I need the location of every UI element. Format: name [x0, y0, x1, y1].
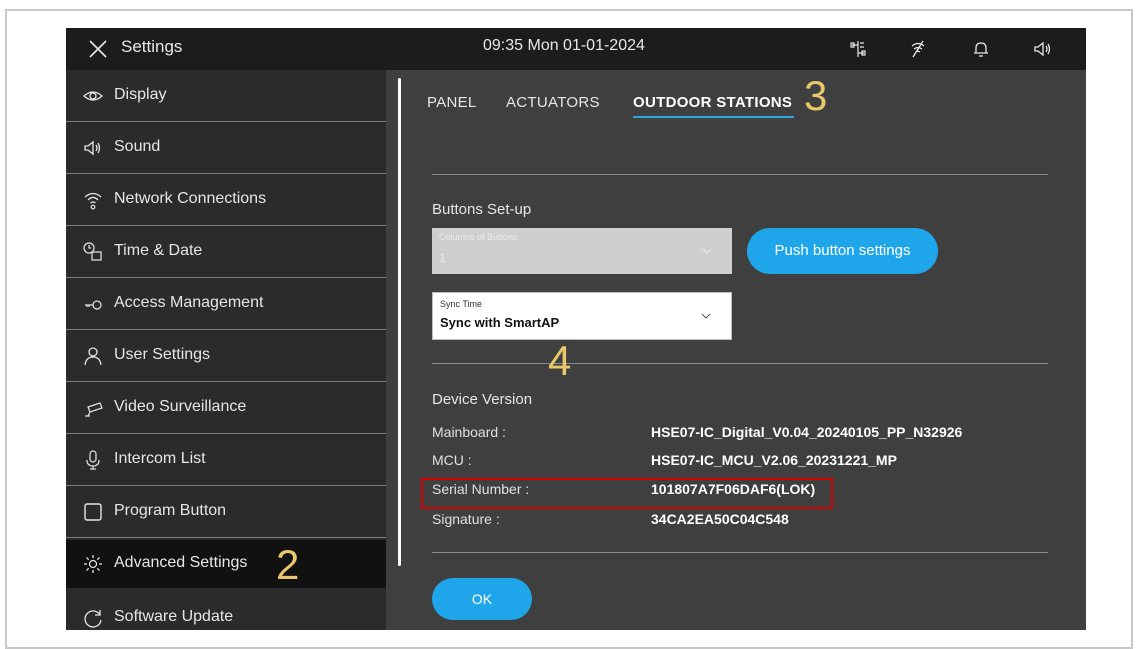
- no-signal-icon[interactable]: [908, 39, 928, 59]
- step-number-3: 3: [804, 72, 828, 119]
- divider: [432, 552, 1048, 553]
- sidebar-item-software-update[interactable]: Software Update: [66, 592, 386, 630]
- divider: [432, 174, 1048, 175]
- sidebar-item-network-connections[interactable]: Network Connections: [66, 174, 386, 226]
- sidebar-item-video-surveillance[interactable]: Video Surveillance: [66, 382, 386, 434]
- tab-panel[interactable]: PANEL: [427, 94, 477, 111]
- sidebar-item-label: Access Management: [114, 294, 264, 311]
- sidebar-item-label: Intercom List: [114, 450, 206, 467]
- step-number-4: 4: [548, 337, 572, 384]
- sidebar-item-label: Time & Date: [114, 242, 203, 259]
- square-icon: [84, 503, 102, 521]
- sidebar-item-intercom-list[interactable]: Intercom List: [66, 434, 386, 486]
- step-number-2: 2: [276, 541, 300, 588]
- refresh-icon: [84, 610, 102, 628]
- ok-button[interactable]: OK: [432, 578, 532, 620]
- sidebar-item-label: Video Surveillance: [114, 398, 247, 415]
- microphone-icon: [86, 450, 100, 470]
- device-version-title: Device Version: [432, 391, 533, 408]
- clock-display: 09:35 Mon 01-01-2024: [483, 37, 645, 54]
- sidebar-item-user-settings[interactable]: User Settings: [66, 330, 386, 382]
- tab-actuators[interactable]: ACTUATORS: [506, 94, 600, 111]
- sidebar-scrollbar[interactable]: [398, 78, 401, 566]
- buttons-setup-title: Buttons Set-up: [432, 201, 532, 218]
- push-button-settings-button[interactable]: Push button settings: [747, 228, 938, 274]
- network-topology-icon[interactable]: [848, 39, 868, 59]
- signature-value: 34CA2EA50C04C548: [651, 511, 789, 527]
- bell-icon[interactable]: [971, 39, 991, 59]
- settings-sidebar: Display Sound Network Connections Time &…: [66, 70, 386, 630]
- select-value: 1: [439, 250, 447, 265]
- mcu-label: MCU :: [432, 452, 472, 468]
- sync-time-select[interactable]: Sync Time Sync with SmartAP: [432, 292, 732, 340]
- signature-label: Signature :: [432, 511, 500, 527]
- camera-icon: [85, 402, 103, 417]
- sidebar-item-sound[interactable]: Sound: [66, 122, 386, 174]
- page-title: Settings: [121, 37, 183, 56]
- divider: [432, 363, 1048, 364]
- sidebar-item-label: User Settings: [114, 346, 211, 363]
- mcu-value: HSE07-IC_MCU_V2.06_20231221_MP: [651, 452, 897, 468]
- sidebar-item-label: Display: [114, 86, 167, 103]
- columns-of-buttons-select: Columns of Buttons 1: [432, 228, 732, 274]
- sidebar-item-display[interactable]: Display: [66, 70, 386, 122]
- chevron-down-icon: [702, 248, 712, 254]
- speaker-icon[interactable]: [1032, 39, 1052, 59]
- sidebar-item-label: Advanced Settings: [114, 554, 248, 571]
- sidebar-item-label: Program Button: [114, 502, 227, 519]
- mainboard-value: HSE07-IC_Digital_V0.04_20240105_PP_N3292…: [651, 424, 963, 440]
- sidebar-item-label: Sound: [114, 138, 161, 155]
- chevron-down-icon: [701, 313, 711, 319]
- select-label: Sync Time: [440, 299, 483, 309]
- active-tab-indicator: [633, 116, 794, 118]
- sidebar-item-access-management[interactable]: Access Management: [66, 278, 386, 330]
- sidebar-item-time-date[interactable]: Time & Date: [66, 226, 386, 278]
- signature-highlight-box: [421, 478, 833, 509]
- gear-icon: [84, 555, 102, 573]
- user-icon: [84, 347, 102, 366]
- speaker-icon: [84, 140, 101, 156]
- divider: [66, 537, 386, 538]
- mainboard-label: Mainboard :: [432, 424, 506, 440]
- main-panel: PANEL ACTUATORS OUTDOOR STATIONS Buttons…: [404, 70, 1086, 630]
- sidebar-item-program-button[interactable]: Program Button: [66, 486, 386, 538]
- wifi-icon: [84, 192, 102, 210]
- tab-outdoor-stations[interactable]: OUTDOOR STATIONS: [633, 94, 792, 111]
- close-icon[interactable]: [88, 39, 108, 59]
- clock-calendar-icon: [83, 242, 102, 261]
- sidebar-item-label: Software Update: [114, 608, 234, 625]
- sidebar-item-label: Network Connections: [114, 190, 267, 207]
- select-label: Columns of Buttons: [439, 232, 518, 242]
- select-value: Sync with SmartAP: [440, 315, 560, 330]
- eye-icon: [83, 91, 103, 101]
- top-bar: Settings 09:35 Mon 01-01-2024: [66, 28, 1086, 70]
- key-icon: [85, 300, 102, 310]
- sidebar-item-advanced-settings[interactable]: Advanced Settings: [66, 540, 386, 588]
- device-screen: Settings 09:35 Mon 01-01-2024 Display So…: [66, 28, 1086, 630]
